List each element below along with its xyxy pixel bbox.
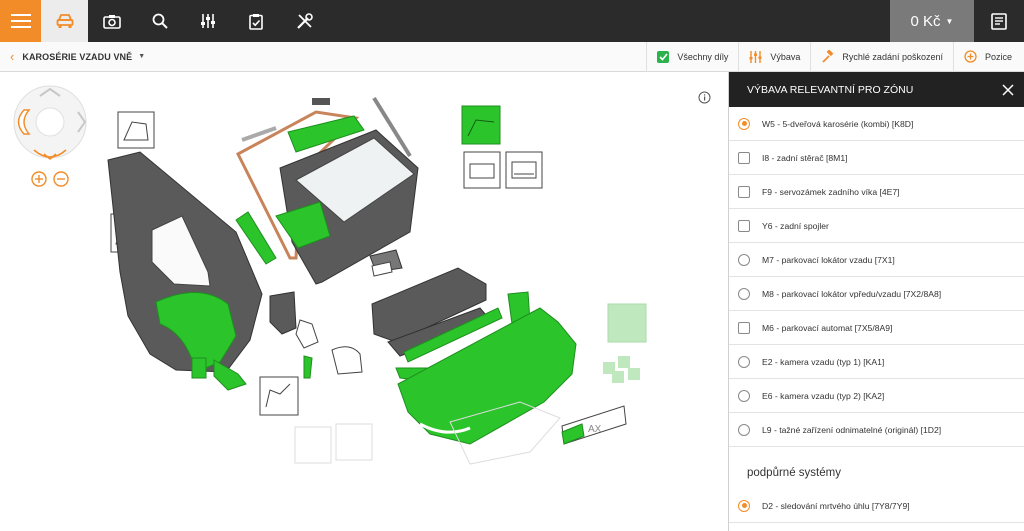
equipment-option-label: Y6 - zadní spojler	[762, 220, 829, 231]
equipment-option-label: E2 - kamera vzadu (typ 1) [KA1]	[762, 356, 885, 367]
top-bar: 0 Kč ▼	[0, 0, 1024, 42]
zone-selector[interactable]: ‹ KAROSÉRIE VZADU VNĚ ▼	[0, 49, 145, 64]
sliders-icon	[749, 50, 762, 63]
exploded-parts-diagram: AX	[107, 96, 647, 465]
radio-button[interactable]	[738, 287, 750, 300]
checkbox[interactable]	[738, 185, 750, 198]
section-title-support-systems: podpůrné systémy	[747, 467, 841, 479]
equipment-option[interactable]: M8 - parkovací lokátor vpředu/vzadu [7X2…	[729, 277, 1024, 311]
equipment-option-label: D2 - sledování mrtvého úhlu [7Y8/7Y9]	[762, 500, 910, 511]
part-thumbnail-rear-light[interactable]	[117, 111, 155, 149]
part-small-bracket[interactable]	[312, 98, 330, 105]
equipment-option[interactable]: D2 - sledování mrtvého úhlu [7Y8/7Y9]	[729, 489, 1024, 523]
zone-title: KAROSÉRIE VZADU VNĚ	[22, 51, 133, 62]
part-thumbnail-bracket[interactable]	[259, 376, 299, 416]
part-thumbnail-faded-1[interactable]	[294, 426, 332, 464]
checkbox[interactable]	[738, 151, 750, 164]
photo-button[interactable]	[88, 0, 136, 42]
part-green-clip[interactable]	[191, 357, 207, 379]
equipment-button[interactable]: Výbava	[738, 41, 810, 72]
part-latch[interactable]	[295, 319, 319, 349]
part-wiper-arm[interactable]	[241, 126, 277, 142]
clipboard-check-icon	[249, 13, 263, 30]
part-bracket-gray[interactable]	[269, 291, 297, 335]
equipment-panel: VÝBAVA RELEVANTNÍ PRO ZÓNU W5 - 5-dveřov…	[728, 72, 1024, 531]
quick-damage-button[interactable]: Rychlé zadání poškození	[810, 41, 953, 72]
equipment-option[interactable]: I8 - zadní stěrač [8M1]	[729, 141, 1024, 175]
equipment-option-label: M8 - parkovací lokátor vpředu/vzadu [7X2…	[762, 288, 942, 299]
position-label: Pozice	[984, 51, 1012, 62]
receipt-icon	[991, 12, 1007, 30]
equipment-option[interactable]: M6 - parkovací automat [7X5/8A9]	[729, 311, 1024, 345]
radio-button[interactable]	[738, 499, 750, 512]
sliders-icon	[201, 14, 215, 28]
checkbox[interactable]	[738, 219, 750, 232]
equipment-option-label: E6 - kamera vzadu (typ 2) [KA2]	[762, 390, 885, 401]
vehicle-tab-button[interactable]	[41, 0, 88, 42]
all-parts-toggle[interactable]: Všechny díly	[646, 41, 738, 72]
panel-header: VÝBAVA RELEVANTNÍ PRO ZÓNU	[729, 72, 1024, 107]
radio-button[interactable]	[738, 389, 750, 402]
zone-toolbar: ‹ KAROSÉRIE VZADU VNĚ ▼ Všechny díly Výb…	[0, 41, 1024, 72]
equipment-option-label: I8 - zadní stěrač [8M1]	[762, 152, 848, 163]
plus-circle-icon	[964, 50, 977, 63]
close-icon[interactable]	[1002, 83, 1014, 96]
equipment-option-label: M6 - parkovací automat [7X5/8A9]	[762, 322, 893, 333]
panel-title: VÝBAVA RELEVANTNÍ PRO ZÓNU	[747, 83, 914, 96]
license-plate-text: AX	[588, 424, 602, 435]
radio-button[interactable]	[738, 423, 750, 436]
equipment-option-label: M7 - parkovací lokátor vzadu [7X1]	[762, 254, 895, 265]
checklist-button[interactable]	[232, 0, 280, 42]
menu-button[interactable]	[0, 0, 41, 42]
price-dropdown[interactable]: 0 Kč ▼	[890, 0, 974, 42]
search-icon	[152, 13, 168, 29]
price-label: 0 Kč	[910, 12, 941, 30]
part-thumbnail-faded-2[interactable]	[335, 423, 373, 461]
part-thumbnail-sensor[interactable]	[463, 151, 501, 189]
equipment-option-list: W5 - 5-dveřová karosérie (kombi) [K8D] I8…	[729, 107, 1024, 447]
faded-green-clips[interactable]	[603, 356, 640, 383]
support-systems-option-list: D2 - sledování mrtvého úhlu [7Y8/7Y9]	[729, 489, 1024, 523]
equipment-option[interactable]: M7 - parkovací lokátor vzadu [7X1]	[729, 243, 1024, 277]
camera-icon	[103, 14, 121, 29]
tools-button[interactable]	[280, 0, 328, 42]
part-thumbnail-module[interactable]	[505, 151, 543, 189]
equipment-option[interactable]: F9 - servozámek zadního víka [4E7]	[729, 175, 1024, 209]
quick-damage-label: Rychlé zadání poškození	[842, 51, 943, 62]
equipment-option[interactable]: E2 - kamera vzadu (typ 1) [KA1]	[729, 345, 1024, 379]
part-green-bar[interactable]	[303, 355, 313, 379]
radio-button[interactable]	[738, 253, 750, 266]
caret-down-icon: ▼	[138, 53, 146, 60]
part-thumbnail-faded-green[interactable]	[607, 303, 647, 343]
checkbox[interactable]	[738, 321, 750, 334]
chevron-down-icon: ▼	[945, 16, 954, 26]
car-icon	[56, 14, 73, 28]
equipment-option-label: W5 - 5-dveřová karosérie (kombi) [K8D]	[762, 118, 914, 129]
checkbox-checked-icon	[657, 50, 670, 63]
equipment-option[interactable]: E6 - kamera vzadu (typ 2) [KA2]	[729, 379, 1024, 413]
part-tail-lamp[interactable]	[331, 346, 363, 375]
tools-icon	[296, 12, 313, 29]
equipment-label: Výbava	[770, 51, 801, 62]
search-button[interactable]	[136, 0, 184, 42]
part-thumbnail-green[interactable]	[461, 105, 501, 145]
radio-button[interactable]	[738, 117, 750, 130]
equipment-option[interactable]: W5 - 5-dveřová karosérie (kombi) [K8D]	[729, 107, 1024, 141]
equipment-option[interactable]: Y6 - zadní spojler	[729, 209, 1024, 243]
chevron-left-icon[interactable]: ‹	[10, 49, 14, 64]
parts-canvas[interactable]: AX	[0, 72, 728, 531]
equipment-option-label: F9 - servozámek zadního víka [4E7]	[762, 186, 900, 197]
hammer-icon	[822, 50, 834, 63]
all-parts-label: Všechny díly	[677, 51, 729, 62]
equipment-option[interactable]: L9 - tažné zařízení odnimatelné (originá…	[729, 413, 1024, 447]
menu-icon	[10, 14, 31, 28]
equipment-option-label: L9 - tažné zařízení odnimatelné (originá…	[762, 424, 942, 435]
settings-button[interactable]	[184, 0, 232, 42]
radio-button[interactable]	[738, 355, 750, 368]
receipt-button[interactable]	[974, 0, 1024, 42]
position-button[interactable]: Pozice	[952, 41, 1024, 72]
